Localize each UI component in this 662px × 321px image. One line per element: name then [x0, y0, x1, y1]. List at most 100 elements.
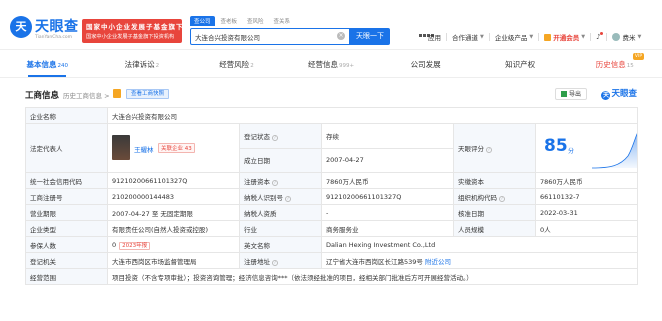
tab-label: 公司发展	[410, 60, 441, 69]
reg-no-value: 210200000144483	[107, 188, 240, 205]
nav-enterprise[interactable]: 企业级产品 ▼	[495, 32, 533, 42]
search-input[interactable]	[195, 32, 335, 41]
company-tabs: 基本信息240 法律诉讼2 经营风险2 经营信息999+ 公司发展 知识产权 历…	[0, 51, 662, 78]
tab-risk[interactable]: 经营风险2	[189, 51, 284, 77]
search-type-tabs: 查公司 查老板 查风险 查关系	[190, 16, 294, 26]
excel-icon	[560, 91, 567, 97]
brand-label: 天眼查	[611, 89, 637, 99]
logo-subtext: TianYanCha.com	[35, 35, 73, 40]
score-value: 85	[544, 136, 568, 156]
authority-value: 大连市西岗区市场监督管理局	[107, 252, 240, 269]
en-name-label: 英文名称	[239, 236, 322, 253]
tab-count: 999+	[338, 63, 355, 69]
insured-cell: 0 2023年报	[107, 236, 240, 253]
org-code-value: 66110132-7	[534, 188, 639, 205]
reg-capital-value: 7860万人民币	[321, 172, 454, 189]
search-button[interactable]: 天眼一下	[350, 28, 390, 45]
help-icon[interactable]: ?	[272, 134, 278, 141]
tab-operation[interactable]: 经营信息999+	[284, 51, 379, 77]
legal-rep-name[interactable]: 王耀林	[134, 144, 154, 154]
business-info-table: 企业名称 大连合兴投资有限公司 法定代表人 王耀林 关联企业 43 登记状态? …	[25, 107, 639, 285]
founded-label: 成立日期	[239, 147, 322, 173]
scope-value: 项目投资（不含专项审批）；投资咨询管理；经济信息咨询***（依法须经批准的项目，…	[106, 268, 639, 285]
legal-rep-avatar[interactable]	[112, 135, 130, 160]
chevron-down-icon: ▼	[529, 34, 534, 40]
nav-divider	[446, 33, 447, 41]
clear-icon[interactable]: ×	[337, 32, 345, 40]
tab-label: 知识产权	[505, 60, 536, 69]
help-icon[interactable]: ?	[272, 259, 278, 266]
help-icon[interactable]: ?	[272, 179, 278, 186]
tab-count: 2	[155, 63, 160, 69]
chevron-down-icon: ▼	[637, 34, 642, 40]
site-header: 天 天眼查 TianYanCha.com 国家中小企业发展子基金旗下 国家中小企…	[0, 0, 662, 50]
related-companies-tag[interactable]: 关联企业 43	[158, 143, 195, 153]
avatar	[611, 33, 620, 41]
reg-status-label: 登记状态?	[239, 123, 322, 149]
tab-development[interactable]: 公司发展	[378, 51, 473, 77]
taxpayer-qual-label: 纳税人资质	[239, 204, 322, 221]
nav-app-label: 应用	[428, 34, 441, 42]
reg-capital-label: 注册资本?	[239, 172, 322, 189]
section-title: 工商信息	[25, 91, 60, 101]
brand-icon: 天	[601, 91, 611, 100]
nav-user-label: 费米	[622, 34, 636, 42]
tab-history[interactable]: 历史信息15 VIP	[567, 51, 662, 77]
company-name-value: 大连合兴投资有限公司	[106, 107, 639, 124]
nav-cooperate[interactable]: 合作通道 ▼	[452, 32, 484, 42]
tab-basic-info[interactable]: 基本信息240	[0, 51, 95, 77]
logo-icon: 天	[10, 16, 32, 38]
top-nav: 应用 合作通道 ▼ 企业级产品 ▼ 开通会员 ▼ ♪ 费米 ▼	[419, 31, 641, 43]
address-cell: 辽宁省大连市西岗区长江路539号 附近公司	[320, 252, 639, 269]
history-link[interactable]: 历史工商信息 >	[63, 90, 110, 100]
tab-label: 法律诉讼	[124, 60, 155, 69]
tab-ip[interactable]: 知识产权	[473, 51, 568, 77]
reg-no-label: 工商注册号	[25, 188, 108, 205]
search-tab-company[interactable]: 查公司	[190, 16, 215, 26]
export-button[interactable]: 导出	[554, 88, 587, 100]
company-name-label: 企业名称	[25, 107, 108, 124]
legal-rep-cell: 王耀林 关联企业 43	[107, 123, 240, 173]
taxpayer-id-label: 纳税人识别号?	[239, 188, 322, 205]
brand-watermark: 天天眼查	[601, 87, 637, 100]
nav-app[interactable]: 应用	[419, 32, 441, 42]
nav-divider	[488, 33, 490, 41]
vip-badge: VIP	[632, 53, 645, 60]
promo-banner[interactable]: 国家中小企业发展子基金旗下 国家中小企业发展子基金旗下投资机构	[82, 19, 184, 43]
search-tab-risk[interactable]: 查风险	[243, 16, 268, 26]
bell-icon: ♪	[596, 32, 603, 41]
search-tab-relation[interactable]: 查关系	[270, 16, 295, 26]
taxpayer-qual-value: -	[321, 204, 454, 221]
help-icon[interactable]: ?	[486, 147, 492, 153]
promo-line1: 国家中小企业发展子基金旗下	[86, 23, 184, 31]
paid-capital-label: 实缴资本	[453, 172, 536, 189]
en-name-value: Dalian Hexing Investment Co.,Ltd	[320, 236, 639, 253]
nearby-companies-link[interactable]: 附近公司	[425, 258, 451, 266]
type-value: 有限责任公司(自然人投资或控股)	[107, 220, 240, 237]
reg-status-value: 存续	[321, 123, 454, 149]
export-label: 导出	[568, 91, 581, 98]
score-label: 天眼评分?	[453, 123, 536, 173]
score-distribution-chart	[591, 134, 637, 169]
industry-label: 行业	[239, 220, 322, 237]
paid-capital-value: 7860万人民币	[534, 172, 639, 189]
help-icon[interactable]: ?	[499, 195, 505, 202]
search-tab-boss[interactable]: 查老板	[217, 16, 242, 26]
founded-value: 2007-04-27	[321, 147, 454, 173]
nav-vip[interactable]: 开通会员 ▼	[544, 32, 585, 42]
section-header: 工商信息 历史工商信息 > 查看工商快照 导出 天天眼查	[25, 84, 637, 104]
staff-value: 0人	[534, 220, 639, 237]
tab-legal[interactable]: 法律诉讼2	[95, 51, 190, 77]
score-cell[interactable]: 85 分	[534, 123, 639, 173]
annual-report-tag[interactable]: 2023年报	[119, 241, 151, 250]
nav-vip-label: 开通会员	[553, 34, 580, 42]
credit-code-label: 统一社会信用代码	[25, 172, 108, 189]
nav-user[interactable]: 费米 ▼	[611, 32, 642, 42]
view-snapshot-button[interactable]: 查看工商快照	[126, 89, 170, 99]
site-logo[interactable]: 天 天眼查 TianYanCha.com	[10, 16, 78, 44]
term-value: 2007-04-27 至 无固定期限	[107, 204, 240, 221]
search-box: ×	[190, 28, 350, 45]
nav-notifications[interactable]: ♪	[596, 32, 603, 41]
nav-cooperate-label: 合作通道	[452, 34, 478, 42]
help-icon[interactable]: ?	[285, 195, 291, 202]
